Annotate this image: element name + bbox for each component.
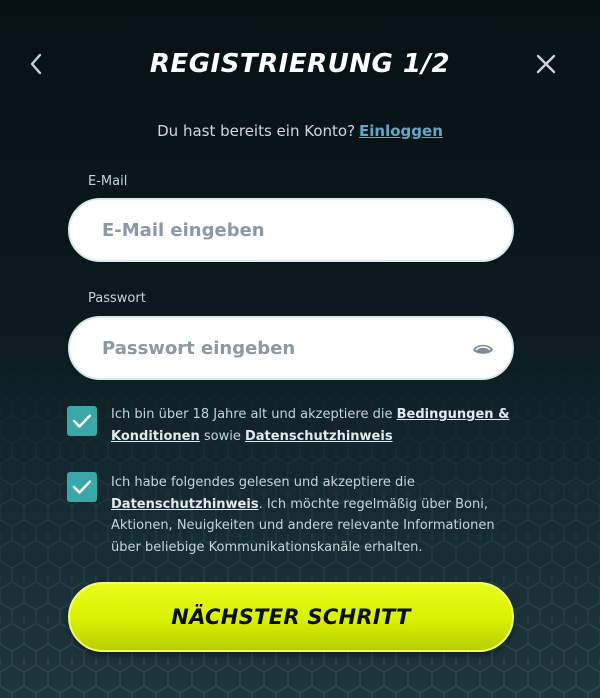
login-link[interactable]: Einloggen [359, 122, 443, 140]
login-prompt-text: Du hast bereits ein Konto? [157, 122, 356, 140]
registration-modal: REGISTRIERUNG 1/2 Du hast bereits ein Ko… [0, 0, 600, 698]
close-icon [536, 54, 556, 74]
password-visibility-toggle[interactable] [470, 336, 496, 362]
email-label: E-Mail [88, 174, 128, 189]
password-label: Passwort [88, 291, 146, 306]
checkmark-icon [72, 480, 92, 494]
marketing-consent-checkbox[interactable] [67, 472, 97, 502]
age-terms-consent-text: Ich bin über 18 Jahre alt und akzeptiere… [111, 404, 511, 447]
checkmark-icon [72, 414, 92, 428]
email-input[interactable] [100, 209, 444, 251]
chevron-left-icon [30, 53, 42, 75]
login-prompt: Du hast bereits ein Konto? Einloggen [50, 122, 550, 140]
back-button[interactable] [16, 44, 56, 84]
privacy-link[interactable]: Datenschutzhinweis [245, 429, 393, 444]
page-title: REGISTRIERUNG 1/2 [149, 49, 451, 79]
privacy-link-2[interactable]: Datenschutzhinweis [111, 497, 259, 512]
consent-1-text-between: sowie [203, 428, 241, 444]
password-field-container [68, 316, 514, 380]
marketing-consent-text: Ich habe folgendes gelesen und akzeptier… [111, 472, 511, 558]
next-step-label: NÄCHSTER SCHRITT [171, 605, 411, 629]
consent-1-text: Ich bin über 18 Jahre alt und akzeptiere… [111, 407, 393, 422]
next-step-button[interactable]: NÄCHSTER SCHRITT [68, 582, 514, 652]
password-input[interactable] [100, 327, 444, 369]
age-terms-checkbox[interactable] [67, 406, 97, 436]
eye-icon [473, 344, 493, 354]
consent-2-text: Ich habe folgendes gelesen und akzeptier… [111, 475, 415, 490]
close-button[interactable] [526, 44, 566, 84]
email-field-container [68, 198, 514, 262]
